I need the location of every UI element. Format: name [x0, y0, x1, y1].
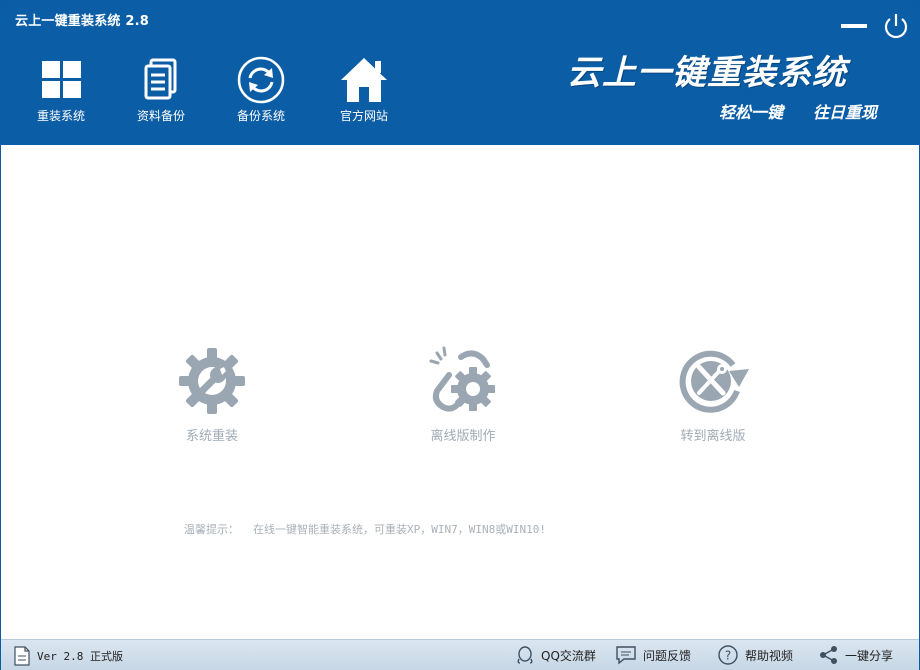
system-reinstall-button[interactable]: 系统重装 [132, 345, 292, 444]
tools-rotate-icon [679, 350, 749, 413]
svg-text:?: ? [725, 649, 731, 663]
close-button[interactable] [881, 11, 911, 41]
gear-wrench-icon [179, 348, 245, 414]
power-icon [884, 14, 908, 39]
offline-build-button[interactable]: 离线版制作 [383, 345, 543, 444]
share-label: 一键分享 [845, 648, 894, 663]
minimize-icon [841, 24, 867, 28]
tip-text: 在线一键智能重装系统，可重装XP，WIN7，WIN8或WIN10! [253, 523, 546, 536]
share-icon [820, 646, 837, 664]
version-info: Ver 2.8 正式版 [13, 646, 123, 666]
action-label: 转到离线版 [680, 429, 746, 444]
nav-official-website[interactable]: 官方网站 [324, 55, 404, 124]
feedback-label: 问题反馈 [643, 648, 692, 663]
document-icon [14, 646, 30, 666]
brand-slogan-2: 往日重现 [813, 103, 878, 122]
brand-name: 云上一键重装系统 [567, 53, 847, 93]
window-title: 云上一键重装系统 2.8 [15, 14, 149, 29]
qq-penguin-icon [517, 646, 533, 664]
header-bar: 云上一键重装系统 2.8 重装系统 资料备份 备份系统 官方网站 云上一键重装系… [1, 1, 919, 145]
nav-backup-system[interactable]: 备份系统 [221, 55, 301, 124]
home-icon [341, 58, 387, 102]
nav-data-backup[interactable]: 资料备份 [121, 55, 201, 124]
help-question-icon: ? [718, 645, 738, 665]
windows-logo-icon [42, 61, 81, 98]
main-content: 系统重装 离线版制作 转到离线版 温馨提示： 在线一键智能重装系统，可重装XP，… [1, 145, 919, 639]
chat-bubble-icon [616, 646, 636, 665]
help-video-link[interactable]: ? 帮助视频 [717, 644, 793, 666]
help-video-label: 帮助视频 [745, 648, 794, 663]
status-bar: Ver 2.8 正式版 QQ交流群 问题反馈 ? 帮助视频 一键分享 [1, 639, 919, 670]
action-label: 系统重装 [185, 429, 238, 444]
tip-message: 温馨提示： 在线一键智能重装系统，可重装XP，WIN7，WIN8或WIN10! [184, 521, 546, 537]
app-window: 云上一键重装系统 2.8 重装系统 资料备份 备份系统 官方网站 云上一键重装系… [0, 0, 920, 670]
qq-group-link[interactable]: QQ交流群 [515, 644, 596, 666]
version-label: Ver 2.8 正式版 [37, 650, 123, 663]
share-link[interactable]: 一键分享 [819, 644, 893, 666]
nav-label: 重装系统 [36, 109, 85, 123]
nav-label: 备份系统 [236, 109, 285, 123]
tip-label: 温馨提示： [184, 523, 239, 536]
action-label: 离线版制作 [430, 429, 496, 444]
switch-offline-button[interactable]: 转到离线版 [633, 345, 793, 444]
offline-gear-icon [429, 346, 495, 412]
qq-group-label: QQ交流群 [541, 648, 596, 663]
feedback-link[interactable]: 问题反馈 [615, 644, 691, 666]
document-stack-icon [144, 58, 177, 100]
nav-label: 官方网站 [339, 109, 388, 123]
minimize-button[interactable] [839, 11, 869, 41]
nav-reinstall-system[interactable]: 重装系统 [21, 55, 101, 124]
refresh-circle-icon [237, 56, 285, 104]
brand-slogan-1: 轻松一键 [719, 103, 784, 122]
nav-label: 资料备份 [136, 109, 185, 123]
